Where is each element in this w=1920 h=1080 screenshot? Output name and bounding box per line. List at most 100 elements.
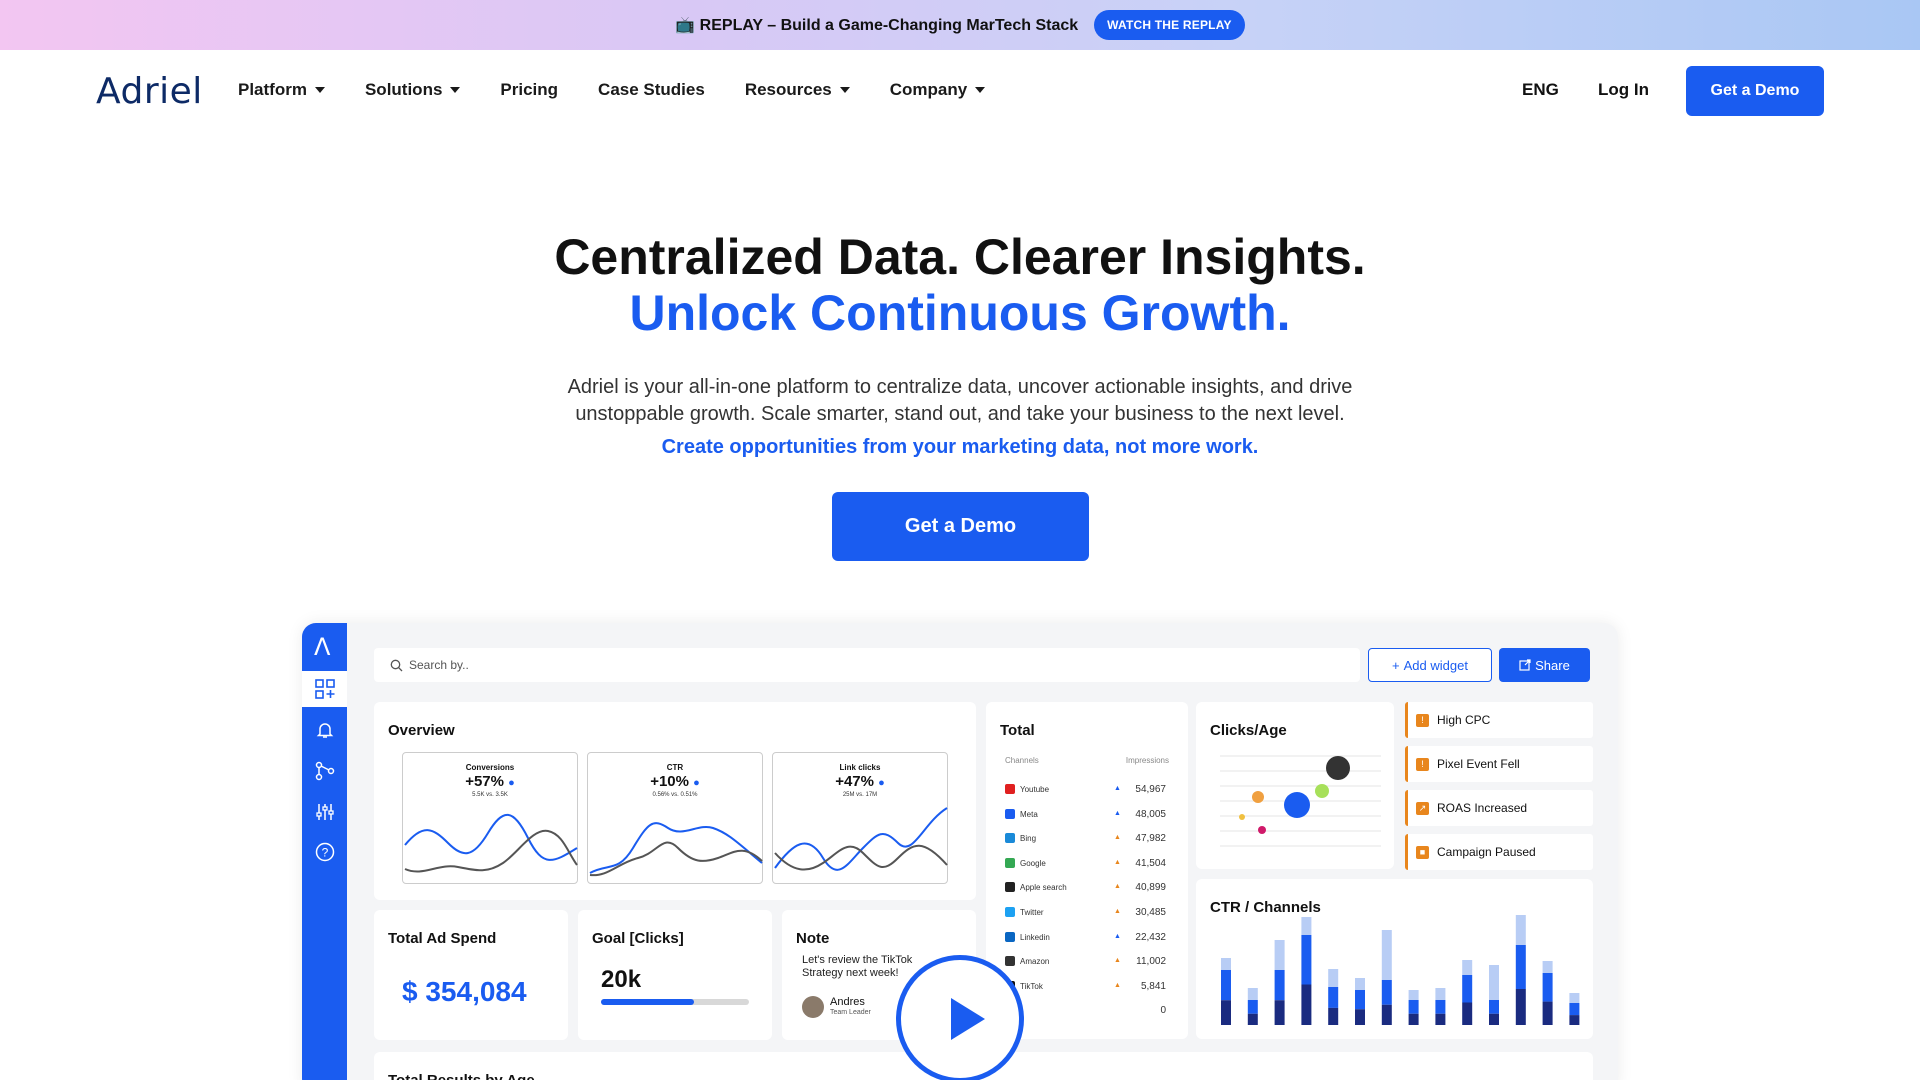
clicks-age-card: Clicks/Age [1196,702,1394,869]
watch-replay-button[interactable]: WATCH THE REPLAY [1094,10,1245,40]
info-icon: ● [878,777,885,789]
dashboard-grid-icon[interactable] [314,678,336,700]
share-button[interactable]: Share [1499,648,1590,682]
adriel-mark-icon: Λ [314,633,331,661]
trend-icon: ▲ [1114,809,1121,817]
channel-row: Youtube ▲ 54,967 [986,784,1188,802]
channel-logo-icon [1005,833,1015,844]
ctr-bar-light [1489,965,1499,1000]
chevron-down-icon [314,87,325,93]
chevron-down-icon [450,87,461,93]
goal-title: Goal [Clicks] [592,930,684,947]
goal-clicks-card: Goal [Clicks] 20k [578,910,772,1040]
channel-name: Google [1020,858,1046,868]
hero-tagline: Create opportunities from your marketing… [661,436,1259,458]
ctr-bar-light [1221,958,1231,970]
ad-spend-title: Total Ad Spend [388,930,497,947]
ctr-bar-mid [1435,1000,1446,1014]
ctr-sparkline [589,822,763,877]
flow-icon[interactable] [314,760,336,782]
metric-value-text: +10% [650,773,689,790]
channel-logo-icon [1005,931,1015,942]
nav-solutions[interactable]: Solutions [365,80,461,100]
alert-label: High CPC [1437,713,1491,727]
dashboard-search-input[interactable]: Search by.. [374,648,1360,682]
channel-row: Meta ▲ 48,005 [986,808,1188,827]
ctr-bar-dark [1355,1009,1365,1025]
channel-logo-icon [1005,882,1015,893]
ctr-bar-dark [1462,1002,1473,1025]
ctr-bar-dark [1569,1015,1580,1025]
channel-impressions: 48,005 [1135,808,1166,820]
metric-value-text: +57% [465,773,504,790]
clicks-age-title: Clicks/Age [1210,722,1287,739]
play-video-button[interactable] [896,955,1024,1080]
channel-logo-icon [1005,907,1015,917]
language-selector[interactable]: ENG [1522,80,1559,100]
nav-resources[interactable]: Resources [745,80,850,100]
adriel-logo[interactable]: Adriel [96,70,203,112]
channel-name: Linkedin [1020,932,1050,942]
svg-text:?: ? [322,846,329,860]
ctr-bar-dark [1274,1000,1285,1025]
add-widget-button[interactable]: + Add widget [1368,648,1492,682]
channel-row: Google ▲ 41,504 [986,857,1188,876]
top-banner: 📺 REPLAY – Build a Game-Changing MarTech… [0,0,1920,50]
alert-campaign-paused[interactable]: ■ Campaign Paused [1405,834,1593,870]
sliders-icon[interactable] [314,801,336,823]
nav-case-studies-label: Case Studies [598,80,705,99]
alert-high-cpc[interactable]: ! High CPC [1405,702,1593,738]
metric-comparison: 5.5K vs. 3.5K [472,792,508,798]
bubble-age-13-17 [1239,814,1245,820]
alert-roas-increased[interactable]: ↗ ROAS Increased [1405,790,1593,826]
trend-up-icon: ↗ [1416,801,1429,815]
ctr-bar-light [1569,993,1580,1003]
channel-name: Amazon [1020,957,1050,967]
hero-title: Centralized Data. Clearer Insights. [554,229,1366,285]
nav-get-demo-button[interactable]: Get a Demo [1686,66,1824,116]
ctr-channels-bar-chart [1221,915,1580,1025]
ctr-bar-dark [1221,1000,1231,1025]
hero-get-demo-button[interactable]: Get a Demo [832,492,1089,561]
bell-icon[interactable] [314,719,336,741]
nav-menu: Platform Solutions Pricing Case Studies … [238,80,1025,100]
nav-pricing[interactable]: Pricing [500,80,558,100]
ctr-bar-mid [1274,970,1285,1001]
total-title: Total [1000,722,1035,739]
ctr-bar-light [1462,960,1473,975]
ctr-bar-mid [1489,1000,1499,1014]
alert-label: Pixel Event Fell [1437,757,1520,771]
trend-icon: ▲ [1114,981,1121,989]
ctr-bar-dark [1301,984,1312,1025]
ctr-bar-dark [1489,1013,1499,1025]
goal-value: 20k [601,966,642,993]
chevron-down-icon [839,87,850,93]
conversions-metric: Conversions +57% ● 5.5K vs. 3.5K [402,752,578,884]
channel-name: Youtube [1020,785,1050,794]
ctr-bar-light [1542,961,1553,973]
nav-company[interactable]: Company [890,80,986,100]
channel-impressions: 54,967 [1135,784,1166,795]
channel-row: Bing ▲ 47,982 [986,833,1188,851]
metric-label: CTR [666,763,684,772]
ctr-bar-mid [1462,975,1473,1003]
ctr-bar-light [1381,930,1392,980]
ctr-bar-mid [1381,980,1392,1005]
login-link[interactable]: Log In [1598,80,1649,100]
nav-platform[interactable]: Platform [238,80,325,100]
note-author-role: Team Leader [830,1009,871,1016]
alert-pixel-event-fell[interactable]: ! Pixel Event Fell [1405,746,1593,782]
ctr-bar-light [1328,969,1339,987]
metric-value: +47% ● [773,773,947,790]
channel-name: Bing [1020,834,1037,844]
ctr-bar-light [1355,978,1365,990]
help-icon[interactable]: ? [314,841,336,863]
search-icon [390,659,403,671]
nav-case-studies[interactable]: Case Studies [598,80,705,100]
ctr-bar-dark [1542,1001,1553,1025]
trend-icon: ▲ [1114,834,1121,842]
channel-impressions: 5,841 [1140,980,1166,992]
ctr-bar-mid [1355,990,1365,1010]
share-icon [1519,659,1531,671]
clicks-age-bubble-chart [1220,755,1381,847]
